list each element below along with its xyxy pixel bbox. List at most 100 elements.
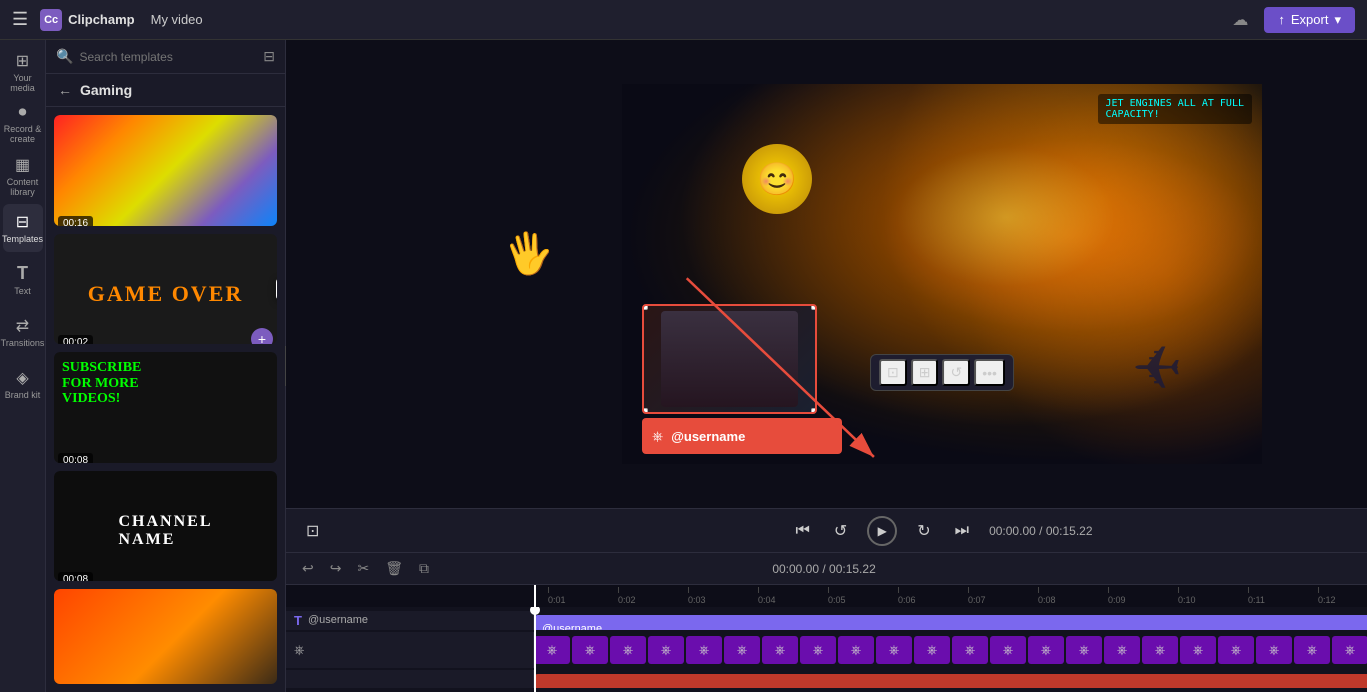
twitch-icon-12[interactable]: ⎈ xyxy=(952,636,988,664)
search-bar: 🔍 ⊟ xyxy=(46,40,285,74)
template-item-intro[interactable]: CHANNELNAME 00:08 Modern gaming Youtube … xyxy=(54,471,277,582)
resize-handle-tr[interactable] xyxy=(811,304,817,310)
track-content-video[interactable] xyxy=(534,670,1367,689)
twitch-icon-5[interactable]: ⎈ xyxy=(686,636,722,664)
resize-handle-tl[interactable] xyxy=(642,304,648,310)
sidebar-item-brand-kit[interactable]: ◈ Brand kit xyxy=(3,360,43,408)
app-logo: Cc Clipchamp xyxy=(40,9,134,31)
track-row-text: T @username @username xyxy=(286,611,1367,630)
twitch-icon-17[interactable]: ⎈ xyxy=(1142,636,1178,664)
coin-overlay: 😊 xyxy=(742,144,812,214)
export-button[interactable]: ↑ Export ▾ xyxy=(1264,7,1355,33)
sidebar-item-content-library[interactable]: ▦ Content library xyxy=(3,152,43,200)
sidebar-label-transitions: Transitions xyxy=(1,339,45,349)
twitch-icon-20[interactable]: ⎈ xyxy=(1256,636,1292,664)
category-title: Gaming xyxy=(80,82,132,98)
template-duration-outro: 00:08 xyxy=(58,453,93,463)
templates-icon: ⊟ xyxy=(16,212,29,232)
sidebar-item-record-create[interactable]: ⏺ Record &create xyxy=(3,100,43,148)
twitch-icon-22[interactable]: ⎈ xyxy=(1332,636,1367,664)
twitch-icon-19[interactable]: ⎈ xyxy=(1218,636,1254,664)
twitch-icon-9[interactable]: ⎈ xyxy=(838,636,874,664)
timeline-ruler: 0:01 0:02 0:03 0:04 0:05 0:06 0:07 0:08 … xyxy=(286,585,1367,607)
twitch-icon-21[interactable]: ⎈ xyxy=(1294,636,1330,664)
text-track-bar[interactable]: @username xyxy=(534,615,1367,630)
duplicate-button[interactable]: ⧉ xyxy=(415,558,433,579)
back-arrow-icon: ← xyxy=(58,82,72,98)
template-add-btn[interactable]: + xyxy=(251,328,273,345)
ruler-mark-7: 0:07 xyxy=(968,587,1038,605)
left-sidebar: ⊞ Your media ⏺ Record &create ▦ Content … xyxy=(0,40,46,692)
export-label: Export xyxy=(1291,12,1329,27)
sidebar-item-text[interactable]: T Text xyxy=(3,256,43,304)
template-thumb-outro: SUBSCRIBEFOR MOREVIDEOS! 00:08 xyxy=(54,352,277,463)
preview-canvas: ✈ JET ENGINES ALL AT FULLCAPACITY! 😊 xyxy=(622,84,1262,464)
resize-handle-bl[interactable] xyxy=(642,408,648,414)
video-track-bar[interactable] xyxy=(534,674,1367,689)
export-arrow-icon: ↑ xyxy=(1278,12,1285,27)
twitch-icon-11[interactable]: ⎈ xyxy=(914,636,950,664)
template-thumb-rainbow: 00:16 xyxy=(54,115,277,226)
template-item-rainbow[interactable]: 00:16 Rainbow gameplay video layout xyxy=(54,115,277,226)
app-name: Clipchamp xyxy=(68,12,134,27)
track-twitch-icon: ⎈ xyxy=(294,642,304,658)
cut-button[interactable]: ✂ xyxy=(353,558,373,579)
twitch-icon-8[interactable]: ⎈ xyxy=(800,636,836,664)
redo-button[interactable]: ↪ xyxy=(326,558,346,579)
preview-area: 16:9 ✈ JET ENGINES ALL AT FULLCAPACITY! … xyxy=(286,40,1367,508)
skip-forward-button[interactable]: ⏭ xyxy=(951,518,973,544)
resize-button[interactable]: ⊞ xyxy=(911,359,939,386)
sidebar-item-transitions[interactable]: ⇄ Transitions xyxy=(3,308,43,356)
sidebar-label-record-create: Record &create xyxy=(4,125,42,145)
pip-button[interactable]: ⊡ xyxy=(302,517,323,545)
timeline-toolbar: ↩ ↪ ✂ 🗑 ⧉ 00:00.00 / 00:15.22 − + ⤢ xyxy=(286,553,1367,585)
forward-button[interactable]: ↻ xyxy=(913,517,934,545)
twitch-icon-3[interactable]: ⎈ xyxy=(610,636,646,664)
twitch-icon-16[interactable]: ⎈ xyxy=(1104,636,1140,664)
more-options-button[interactable]: ••• xyxy=(974,359,1005,386)
ruler-mark-2: 0:02 xyxy=(618,587,688,605)
back-button[interactable]: ← Gaming xyxy=(46,74,285,107)
twitch-icon-7[interactable]: ⎈ xyxy=(762,636,798,664)
sidebar-item-your-media[interactable]: ⊞ Your media xyxy=(3,48,43,96)
undo-button[interactable]: ↩ xyxy=(298,558,318,579)
twitch-icon-15[interactable]: ⎈ xyxy=(1066,636,1102,664)
twitch-icon-13[interactable]: ⎈ xyxy=(990,636,1026,664)
project-title[interactable]: My video xyxy=(151,12,203,27)
twitch-logo-icon: ⎈ xyxy=(652,428,663,445)
skip-back-button[interactable]: ⏮ xyxy=(791,518,813,544)
ruler-mark-10: 0:10 xyxy=(1178,587,1248,605)
jet-silhouette: ✈ xyxy=(1132,334,1182,404)
twitch-icon-18[interactable]: ⎈ xyxy=(1180,636,1216,664)
template-item-fire[interactable]: 00:10 xyxy=(54,589,277,684)
template-thumb-fire: 00:10 xyxy=(54,589,277,684)
track-content-text[interactable]: @username xyxy=(534,611,1367,630)
transitions-icon: ⇄ xyxy=(16,316,29,336)
search-input[interactable] xyxy=(79,50,257,64)
twitch-icon-14[interactable]: ⎈ xyxy=(1028,636,1064,664)
twitch-icon-4[interactable]: ⎈ xyxy=(648,636,684,664)
rewind-button[interactable]: ↺ xyxy=(830,517,851,545)
rotate-button[interactable]: ↺ xyxy=(943,359,971,386)
template-item-outro[interactable]: SUBSCRIBEFOR MOREVIDEOS! 00:08 Modern ga… xyxy=(54,352,277,463)
play-button[interactable]: ▶ xyxy=(867,516,897,546)
menu-icon[interactable]: ☰ xyxy=(12,9,28,30)
track-label-twitch: ⎈ xyxy=(286,632,534,668)
track-content-twitch[interactable]: ⎈ ⎈ ⎈ ⎈ ⎈ ⎈ ⎈ ⎈ ⎈ ⎈ ⎈ ⎈ xyxy=(534,632,1367,668)
crop-button[interactable]: ⊡ xyxy=(879,359,907,386)
export-chevron-icon: ▾ xyxy=(1334,12,1341,28)
track-text-icon: T xyxy=(294,613,302,628)
sidebar-label-content-library: Content library xyxy=(3,178,43,198)
sidebar-label-text: Text xyxy=(14,287,31,297)
timeline-time-display: 00:00.00 / 00:15.22 xyxy=(772,562,875,576)
twitch-icon-2[interactable]: ⎈ xyxy=(572,636,608,664)
twitch-icon-1[interactable]: ⎈ xyxy=(534,636,570,664)
sidebar-item-templates[interactable]: ⊟ Templates xyxy=(3,204,43,252)
twitch-icon-10[interactable]: ⎈ xyxy=(876,636,912,664)
webcam-overlay[interactable] xyxy=(642,304,817,414)
twitch-icon-6[interactable]: ⎈ xyxy=(724,636,760,664)
filter-icon[interactable]: ⊟ xyxy=(263,48,275,65)
template-item-geometric[interactable]: GAME OVER 00:02 + Geometric gameplay vid… xyxy=(54,234,277,345)
twitch-bar: ⎈ @username xyxy=(642,418,842,454)
delete-button[interactable]: 🗑 xyxy=(381,558,407,579)
